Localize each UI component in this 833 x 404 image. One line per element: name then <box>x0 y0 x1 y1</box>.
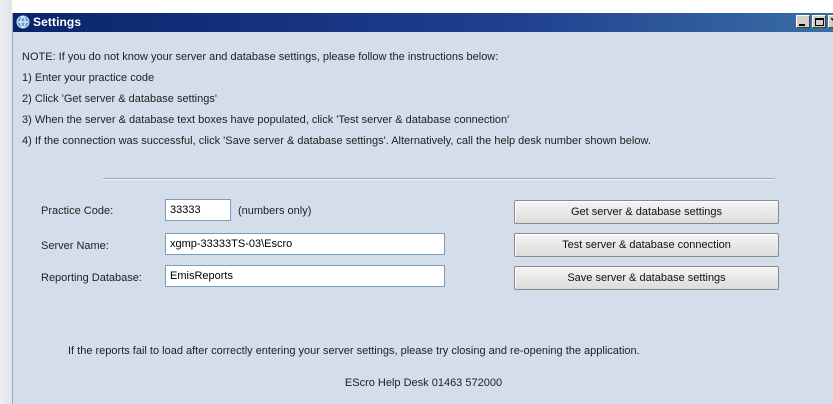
server-name-label: Server Name: <box>41 240 109 252</box>
reporting-database-label: Reporting Database: <box>41 272 142 284</box>
instruction-step-4: 4) If the connection was successful, cli… <box>22 135 651 147</box>
window-title: Settings <box>33 15 82 29</box>
background-edge <box>0 0 12 404</box>
settings-window: Settings NOTE: If you do not know your s… <box>12 13 833 404</box>
load-failure-message: If the reports fail to load after correc… <box>68 345 640 357</box>
close-button[interactable] <box>828 15 833 28</box>
help-desk-info: EScro Help Desk 01463 572000 <box>344 377 503 389</box>
title-bar[interactable]: Settings <box>13 13 833 32</box>
save-settings-button[interactable]: Save server & database settings <box>514 266 779 290</box>
instruction-note: NOTE: If you do not know your server and… <box>22 51 499 63</box>
minimize-button[interactable] <box>796 15 810 28</box>
practice-code-hint: (numbers only) <box>238 205 312 217</box>
instructions: NOTE: If you do not know your server and… <box>22 47 822 152</box>
practice-code-input[interactable]: 33333 <box>165 199 231 221</box>
practice-code-label: Practice Code: <box>41 205 114 217</box>
divider <box>103 178 775 180</box>
instruction-step-3: 3) When the server & database text boxes… <box>22 114 510 126</box>
maximize-button[interactable] <box>812 15 826 28</box>
minimize-icon <box>799 24 805 26</box>
app-globe-icon <box>16 15 30 29</box>
server-name-input[interactable]: xgmp-33333TS-03\Escro <box>165 233 445 255</box>
instruction-step-1: 1) Enter your practice code <box>22 72 155 84</box>
window-controls <box>796 15 833 30</box>
get-settings-button[interactable]: Get server & database settings <box>514 200 779 224</box>
test-connection-button[interactable]: Test server & database connection <box>514 233 779 257</box>
instruction-step-2: 2) Click 'Get server & database settings… <box>22 93 217 105</box>
maximize-icon <box>815 18 824 26</box>
reporting-database-input[interactable]: EmisReports <box>165 265 445 287</box>
